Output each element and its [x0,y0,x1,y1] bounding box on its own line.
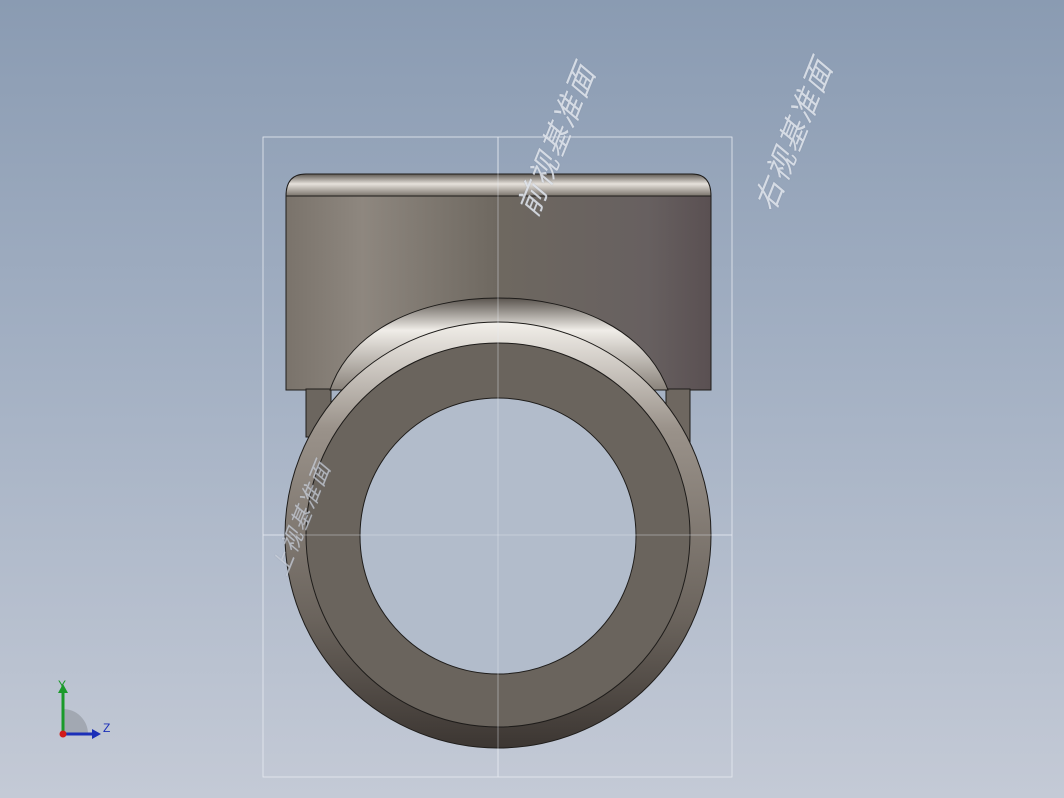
upper-cylinder-rim[interactable] [285,173,712,197]
triad-plane-indicator [63,709,88,734]
z-axis-arrowhead [92,729,101,739]
coordinate-triad: Y Z [48,676,118,746]
graphics-viewport[interactable]: 前视基准面 右视基准面 上视基准面 Y Z [0,0,1064,798]
x-axis-origin [59,730,67,738]
y-axis-label: Y [58,678,67,692]
model-view[interactable] [0,0,1064,798]
z-axis-label: Z [103,721,111,735]
